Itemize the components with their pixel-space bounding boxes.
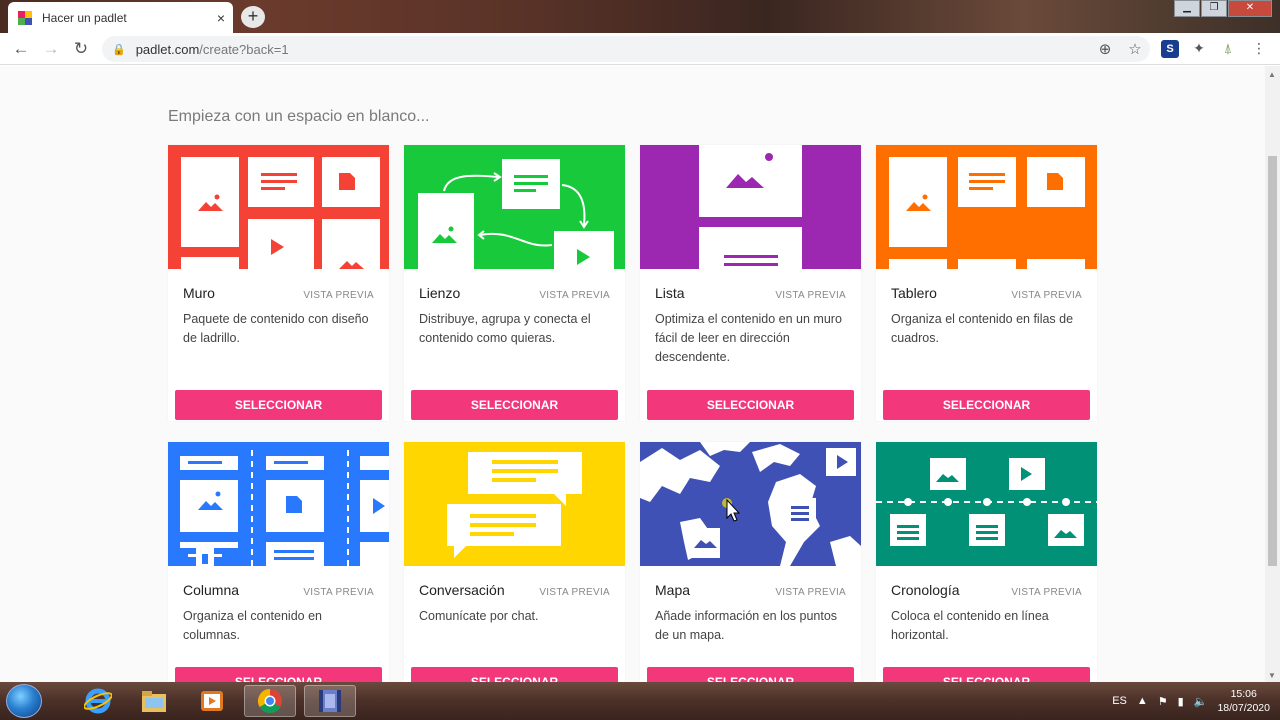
select-button[interactable]: SELECCIONAR: [175, 390, 382, 420]
select-button[interactable]: SELECCIONAR: [411, 667, 618, 682]
video-app-icon[interactable]: [304, 685, 356, 717]
conversacion-illustration: [404, 442, 625, 566]
add-icon[interactable]: ⊕: [1090, 40, 1120, 58]
action-center-flag-icon[interactable]: ⚑: [1158, 695, 1168, 708]
scrollbar-thumb[interactable]: [1268, 156, 1277, 566]
clock-date: 18/07/2020: [1217, 702, 1270, 714]
preview-link[interactable]: VISTA PREVIA: [1011, 290, 1082, 301]
browser-title-bar: Hacer un padlet × + ▁ ❐ ✕: [0, 0, 1280, 33]
card-mapa: Mapa VISTA PREVIA Añade información en l…: [640, 442, 861, 682]
new-tab-button[interactable]: +: [241, 6, 265, 28]
extensions-puzzle-icon[interactable]: ✦: [1190, 40, 1208, 58]
minimize-button[interactable]: ▁: [1174, 0, 1200, 17]
lienzo-illustration: [404, 145, 625, 269]
start-button[interactable]: [6, 684, 42, 718]
page-heading: Empieza con un espacio en blanco...: [168, 108, 430, 125]
window-close-button[interactable]: ✕: [1228, 0, 1272, 17]
tab-title: Hacer un padlet: [42, 10, 127, 25]
profile-extension-icon[interactable]: ⍋: [1219, 40, 1237, 58]
card-title: Cronología: [891, 582, 960, 598]
system-tray: ES ▲ ⚑ ▮ 🔈 15:06 18/07/2020: [1112, 682, 1270, 720]
card-lienzo: Lienzo VISTA PREVIA Distribuye, agrupa y…: [404, 145, 625, 421]
card-description: Optimiza el contenido en un muro fácil d…: [655, 312, 842, 364]
select-button[interactable]: SELECCIONAR: [883, 667, 1090, 682]
select-button[interactable]: SELECCIONAR: [411, 390, 618, 420]
file-explorer-icon[interactable]: [128, 685, 180, 717]
reload-icon[interactable]: ↻: [66, 39, 96, 59]
card-description: Organiza el contenido en filas de cuadro…: [891, 312, 1074, 345]
maximize-button[interactable]: ❐: [1201, 0, 1227, 17]
forward-arrow-icon[interactable]: →: [36, 39, 66, 59]
url-text[interactable]: padlet.com/create?back=1: [136, 42, 1090, 57]
address-bar[interactable]: 🔒 padlet.com/create?back=1 ⊕ ☆: [102, 36, 1150, 62]
card-title: Conversación: [419, 582, 505, 598]
card-cronologia: Cronología VISTA PREVIA Coloca el conten…: [876, 442, 1097, 682]
preview-link[interactable]: VISTA PREVIA: [303, 290, 374, 301]
bookmark-star-icon[interactable]: ☆: [1120, 40, 1150, 58]
clock[interactable]: 15:06 18/07/2020: [1217, 687, 1270, 715]
preview-link[interactable]: VISTA PREVIA: [303, 587, 374, 598]
menu-dots-icon[interactable]: ⋮: [1250, 40, 1268, 58]
tablero-illustration: [876, 145, 1097, 269]
card-description: Organiza el contenido en columnas.: [183, 609, 322, 642]
scroll-down-icon[interactable]: ▼: [1268, 671, 1276, 680]
battery-icon[interactable]: ▮: [1178, 695, 1184, 708]
card-description: Paquete de contenido con diseño de ladri…: [183, 312, 369, 345]
card-columna: Columna VISTA PREVIA Organiza el conteni…: [168, 442, 389, 682]
card-muro: Muro VISTA PREVIA Paquete de contenido c…: [168, 145, 389, 421]
card-title: Mapa: [655, 582, 691, 598]
media-player-icon[interactable]: [186, 685, 238, 717]
card-title: Tablero: [891, 285, 937, 301]
card-title: Muro: [183, 285, 215, 301]
card-tablero: Tablero VISTA PREVIA Organiza el conteni…: [876, 145, 1097, 421]
card-description: Añade información en los puntos de un ma…: [655, 609, 838, 642]
internet-explorer-icon[interactable]: [72, 685, 124, 717]
card-description: Coloca el contenido en línea horizontal.: [891, 609, 1049, 642]
preview-link[interactable]: VISTA PREVIA: [1011, 587, 1082, 598]
preview-link[interactable]: VISTA PREVIA: [775, 587, 846, 598]
mapa-illustration: [640, 442, 861, 566]
card-title: Lista: [655, 285, 685, 301]
columna-illustration: [168, 442, 389, 566]
preview-link[interactable]: VISTA PREVIA: [775, 290, 846, 301]
language-indicator[interactable]: ES: [1112, 695, 1127, 707]
lock-icon: 🔒: [112, 43, 126, 56]
back-arrow-icon[interactable]: ←: [6, 39, 36, 59]
browser-toolbar: ← → ↻ 🔒 padlet.com/create?back=1 ⊕ ☆ S ✦…: [0, 33, 1280, 65]
select-button[interactable]: SELECCIONAR: [647, 667, 854, 682]
lista-illustration: [640, 145, 861, 269]
browser-tab[interactable]: Hacer un padlet ×: [8, 2, 233, 33]
scroll-up-icon[interactable]: ▲: [1268, 70, 1276, 79]
window-controls: ▁ ❐ ✕: [1174, 0, 1272, 17]
clock-time: 15:06: [1230, 688, 1257, 700]
muro-illustration: [168, 145, 389, 269]
chrome-icon[interactable]: [244, 685, 296, 717]
select-button[interactable]: SELECCIONAR: [175, 667, 382, 682]
padlet-favicon-icon: [18, 10, 32, 25]
show-hidden-icons-icon[interactable]: ▲: [1137, 695, 1148, 707]
windows-taskbar: ES ▲ ⚑ ▮ 🔈 15:06 18/07/2020: [0, 682, 1280, 720]
card-title: Columna: [183, 582, 240, 598]
select-button[interactable]: SELECCIONAR: [647, 390, 854, 420]
card-title: Lienzo: [419, 285, 461, 301]
card-conversacion: Conversación VISTA PREVIA Comunícate por…: [404, 442, 625, 682]
extension-icon[interactable]: S: [1161, 40, 1179, 58]
cronologia-illustration: [876, 442, 1097, 566]
page-scrollbar[interactable]: ▲ ▼: [1265, 66, 1280, 682]
card-lista: Lista VISTA PREVIA Optimiza el contenido…: [640, 145, 861, 421]
preview-link[interactable]: VISTA PREVIA: [539, 290, 610, 301]
page-content: Empieza con un espacio en blanco... Muro…: [0, 66, 1280, 682]
tab-close-icon[interactable]: ×: [209, 10, 233, 26]
volume-icon[interactable]: 🔈: [1194, 695, 1208, 708]
card-description: Distribuye, agrupa y conecta el contenid…: [419, 312, 591, 345]
card-description: Comunícate por chat.: [419, 609, 539, 623]
select-button[interactable]: SELECCIONAR: [883, 390, 1090, 420]
preview-link[interactable]: VISTA PREVIA: [539, 587, 610, 598]
